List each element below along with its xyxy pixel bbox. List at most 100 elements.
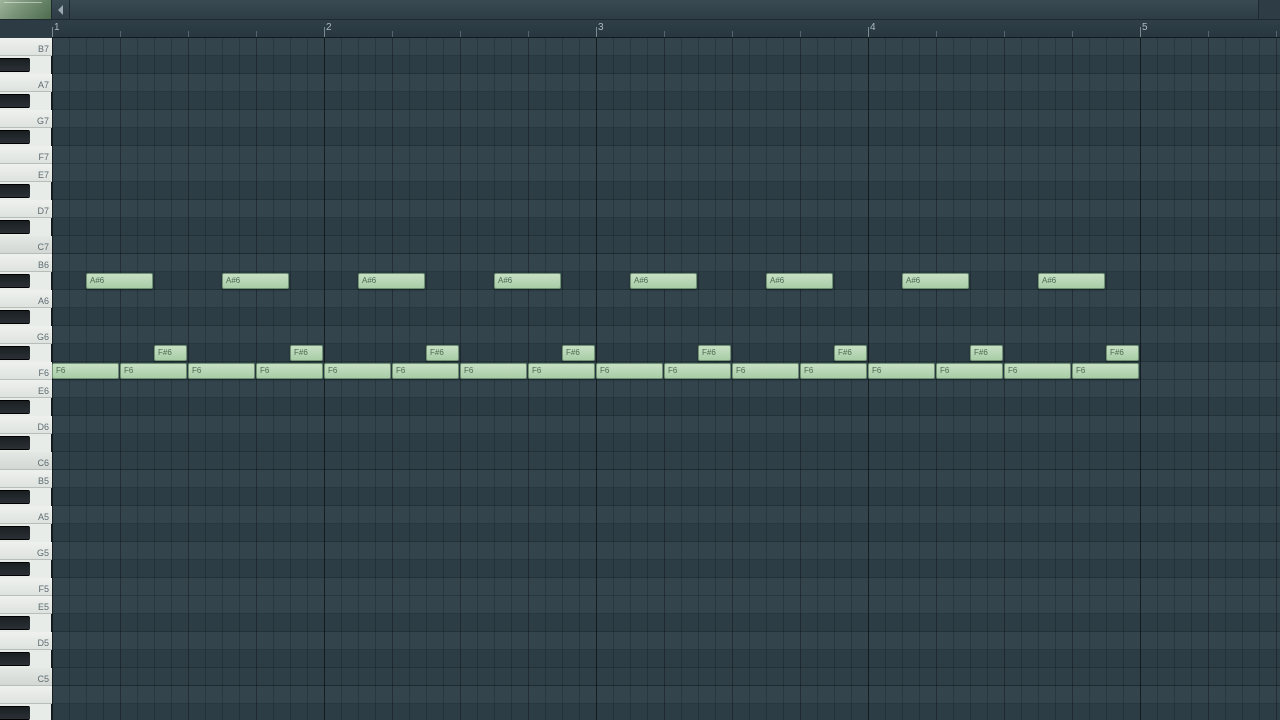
midi-note[interactable]: A#6 (494, 273, 561, 289)
midi-note[interactable]: F6 (256, 363, 323, 379)
grid-lane[interactable] (52, 434, 1280, 452)
piano-white-key[interactable]: G7 (0, 110, 52, 128)
midi-note[interactable]: F#6 (154, 345, 187, 361)
midi-note[interactable]: A#6 (766, 273, 833, 289)
grid-lane[interactable] (52, 524, 1280, 542)
grid-lane[interactable] (52, 380, 1280, 398)
piano-black-key[interactable] (0, 130, 30, 144)
midi-note[interactable]: F#6 (698, 345, 731, 361)
grid-lane[interactable] (52, 416, 1280, 434)
piano-white-key[interactable]: C5 (0, 668, 52, 686)
piano-white-key[interactable]: D7 (0, 200, 52, 218)
pattern-name-field[interactable] (70, 0, 1258, 19)
midi-note[interactable]: F6 (392, 363, 459, 379)
midi-note[interactable]: F6 (1072, 363, 1139, 379)
grid-lane[interactable] (52, 182, 1280, 200)
piano-white-key[interactable]: C6 (0, 452, 52, 470)
grid-lane[interactable] (52, 74, 1280, 92)
midi-note[interactable]: F6 (52, 363, 119, 379)
midi-note[interactable]: F6 (1004, 363, 1071, 379)
piano-black-key[interactable] (0, 346, 30, 360)
grid-lane[interactable] (52, 614, 1280, 632)
midi-note[interactable]: F6 (596, 363, 663, 379)
midi-note[interactable]: F6 (460, 363, 527, 379)
midi-note[interactable]: F#6 (1106, 345, 1139, 361)
midi-note[interactable]: F6 (732, 363, 799, 379)
piano-black-key[interactable] (0, 706, 30, 720)
piano-black-key[interactable] (0, 526, 30, 540)
piano-white-key[interactable]: F6 (0, 362, 52, 380)
back-button[interactable] (52, 0, 70, 19)
piano-white-key[interactable]: A7 (0, 74, 52, 92)
midi-note[interactable]: F#6 (834, 345, 867, 361)
piano-black-key[interactable] (0, 400, 30, 414)
grid-lane[interactable] (52, 686, 1280, 704)
midi-note[interactable]: F6 (664, 363, 731, 379)
grid-lane[interactable] (52, 704, 1280, 720)
midi-note[interactable]: A#6 (902, 273, 969, 289)
midi-note[interactable]: F#6 (426, 345, 459, 361)
grid-lane[interactable] (52, 254, 1280, 272)
piano-white-key[interactable]: F7 (0, 146, 52, 164)
grid-lane[interactable] (52, 488, 1280, 506)
grid-lane[interactable] (52, 128, 1280, 146)
grid-lane[interactable] (52, 110, 1280, 128)
grid-lane[interactable] (52, 56, 1280, 74)
midi-note[interactable]: A#6 (358, 273, 425, 289)
piano-keyboard[interactable]: B7A7G7F7E7D7C7B6A6G6F6E6D6C6B5A5G5F5E5D5… (0, 38, 52, 720)
grid-lane[interactable] (52, 200, 1280, 218)
piano-white-key[interactable]: E6 (0, 380, 52, 398)
grid-lane[interactable] (52, 92, 1280, 110)
piano-white-key[interactable]: G5 (0, 542, 52, 560)
midi-note[interactable]: F6 (324, 363, 391, 379)
piano-white-key[interactable]: E7 (0, 164, 52, 182)
grid-lane[interactable] (52, 308, 1280, 326)
midi-note[interactable]: A#6 (222, 273, 289, 289)
piano-white-key[interactable]: B7 (0, 38, 52, 56)
grid-lane[interactable] (52, 632, 1280, 650)
piano-white-key[interactable]: B5 (0, 470, 52, 488)
grid-lane[interactable] (52, 398, 1280, 416)
grid-lane[interactable] (52, 668, 1280, 686)
piano-black-key[interactable] (0, 490, 30, 504)
grid-lane[interactable] (52, 578, 1280, 596)
grid-lane[interactable] (52, 506, 1280, 524)
midi-note[interactable]: A#6 (1038, 273, 1105, 289)
grid-lane[interactable] (52, 344, 1280, 362)
piano-white-key[interactable]: C7 (0, 236, 52, 254)
midi-note[interactable]: F6 (800, 363, 867, 379)
piano-black-key[interactable] (0, 616, 30, 630)
horizontal-scroll-handle[interactable] (1258, 0, 1280, 19)
grid-lane[interactable] (52, 452, 1280, 470)
midi-note[interactable]: F#6 (290, 345, 323, 361)
grid-lane[interactable] (52, 542, 1280, 560)
piano-black-key[interactable] (0, 274, 30, 288)
piano-white-key[interactable]: B6 (0, 254, 52, 272)
piano-black-key[interactable] (0, 94, 30, 108)
midi-note[interactable]: A#6 (630, 273, 697, 289)
piano-black-key[interactable] (0, 220, 30, 234)
grid-lane[interactable] (52, 470, 1280, 488)
piano-black-key[interactable] (0, 436, 30, 450)
grid-lane[interactable] (52, 290, 1280, 308)
piano-black-key[interactable] (0, 310, 30, 324)
midi-note[interactable]: A#6 (86, 273, 153, 289)
piano-white-key[interactable]: F5 (0, 578, 52, 596)
piano-white-key[interactable]: D6 (0, 416, 52, 434)
midi-note[interactable]: F6 (120, 363, 187, 379)
midi-note[interactable]: F6 (936, 363, 1003, 379)
piano-white-key[interactable]: A5 (0, 506, 52, 524)
midi-note[interactable]: F#6 (970, 345, 1003, 361)
midi-note[interactable]: F6 (188, 363, 255, 379)
grid-lane[interactable] (52, 560, 1280, 578)
grid-lane[interactable] (52, 650, 1280, 668)
piano-white-key[interactable]: D5 (0, 632, 52, 650)
piano-white-key[interactable]: A6 (0, 290, 52, 308)
piano-black-key[interactable] (0, 58, 30, 72)
grid-lane[interactable] (52, 38, 1280, 56)
note-grid[interactable]: A#6A#6A#6A#6A#6A#6A#6A#6F#6F#6F#6F#6F#6F… (52, 38, 1280, 720)
midi-note[interactable]: F#6 (562, 345, 595, 361)
piano-white-key[interactable]: G6 (0, 326, 52, 344)
grid-lane[interactable] (52, 218, 1280, 236)
piano-black-key[interactable] (0, 562, 30, 576)
